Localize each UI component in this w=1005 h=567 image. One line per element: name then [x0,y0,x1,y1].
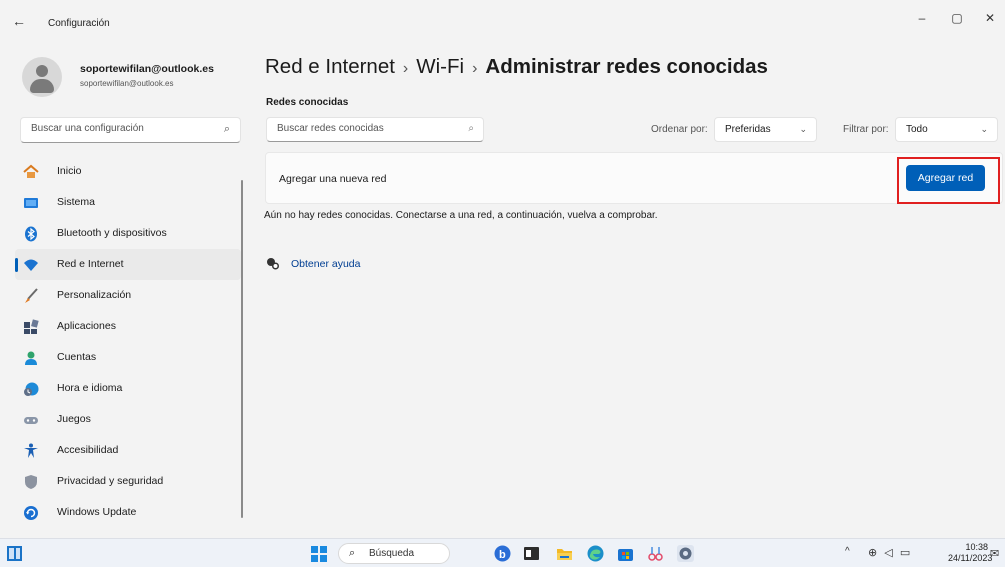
battery-icon[interactable]: ▭ [900,547,912,559]
volume-icon[interactable]: ◁ [884,547,894,559]
sidebar-scrollbar[interactable] [241,180,243,518]
known-networks-search-input[interactable] [277,123,457,134]
sidebar-item-inicio[interactable]: Inicio [15,156,241,187]
filter-dropdown[interactable]: Todo ⌄ [895,117,998,142]
clock[interactable]: 10:38 24/11/2023 [948,542,993,564]
taskbar-search-label: Búsqueda [369,548,415,559]
clock-globe-icon [24,382,39,396]
close-button[interactable]: ✕ [975,8,1005,28]
bluetooth-icon [25,226,37,242]
sidebar-item-label: Personalización [57,289,132,301]
taskbar: ⌕ Búsqueda b ^ ⊕ ◁ ▭ 10:38 24/11/2023 ✉ [0,538,1005,567]
sort-dropdown[interactable]: Preferidas ⌄ [714,117,817,142]
section-label: Redes conocidas [266,97,349,108]
apps-icon [24,319,39,334]
sidebar-item-accesibilidad[interactable]: Accesibilidad [15,435,241,466]
wifi-icon [24,259,38,271]
account-icon [25,351,37,365]
sidebar-item-label: Hora e idioma [57,382,123,394]
add-network-card: Agregar una nueva red [265,152,1003,204]
sidebar-item-label: Inicio [57,165,82,177]
breadcrumb-item-red-internet[interactable]: Red e Internet [265,55,395,78]
breadcrumb-separator: › [402,60,409,77]
get-help-label: Obtener ayuda [291,258,361,270]
sidebar-item-juegos[interactable]: Juegos [15,404,241,435]
sidebar-item-label: Privacidad y seguridad [57,475,164,487]
store-icon[interactable] [617,545,634,562]
sidebar-item-label: Windows Update [57,506,137,518]
notification-icon[interactable]: ✉ [990,547,999,560]
file-explorer-icon[interactable] [556,545,573,562]
window-title: Configuración [48,18,110,29]
widgets-icon[interactable] [7,546,22,561]
breadcrumb-separator: › [472,60,478,77]
empty-message: Aún no hay redes conocidas. Conectarse a… [264,210,658,221]
sidebar-item-bluetooth[interactable]: Bluetooth y dispositivos [15,218,241,249]
taskbar-search[interactable]: ⌕ Búsqueda [338,543,450,564]
chevron-down-icon: ⌄ [980,124,988,134]
brush-icon [25,288,38,303]
sidebar-item-aplicaciones[interactable]: Aplicaciones [15,311,241,342]
profile-email: soportewifilan@outlook.es [80,79,174,88]
breadcrumb-item-wifi[interactable]: Wi-Fi [416,55,464,78]
help-icon [267,258,279,270]
sidebar-nav: Inicio Sistema Bluetooth y dispositivos … [15,156,245,528]
sidebar-item-label: Juegos [57,413,91,425]
clock-date: 24/11/2023 [948,553,993,563]
sidebar-item-sistema[interactable]: Sistema [15,187,241,218]
sidebar-item-hora-idioma[interactable]: Hora e idioma [15,373,241,404]
sidebar-item-label: Accesibilidad [57,444,119,456]
system-icon [24,198,38,208]
gamepad-icon [24,417,38,424]
edge-icon[interactable] [587,545,604,562]
back-button[interactable]: ← [12,14,30,28]
avatar[interactable] [22,57,62,97]
sidebar-item-cuentas[interactable]: Cuentas [15,342,241,373]
add-network-text: Agregar una nueva red [279,173,387,185]
sidebar-item-personalizacion[interactable]: Personalización [15,280,241,311]
page-title: Administrar redes conocidas [485,55,768,78]
snipping-tool-icon[interactable] [647,545,664,562]
home-icon [23,164,39,178]
chevron-down-icon: ⌄ [799,124,807,134]
search-icon[interactable]: ⌕ [468,123,474,134]
settings-window: ← Configuración – ▢ ✕ soportewifilan@out… [0,0,1005,538]
network-icon[interactable]: ⊕ [868,547,879,559]
settings-gear-icon[interactable] [677,545,694,562]
active-indicator [15,258,18,272]
sidebar-item-label: Red e Internet [57,258,124,270]
known-networks-search[interactable]: ⌕ [266,117,484,142]
sidebar-item-label: Aplicaciones [57,320,116,332]
maximize-button[interactable]: ▢ [942,8,972,28]
shield-icon [25,475,37,489]
update-icon [24,506,38,520]
terminal-icon[interactable] [523,545,540,562]
tray-chevron-icon[interactable]: ^ [845,546,850,557]
settings-search[interactable]: ⌕ [20,117,241,143]
sidebar-item-label: Sistema [57,196,95,208]
filter-value: Todo [906,124,928,135]
minimize-button[interactable]: – [907,8,937,28]
sidebar-item-label: Bluetooth y dispositivos [57,227,167,239]
sidebar-item-label: Cuentas [57,351,97,363]
filter-label: Filtrar por: [843,124,889,135]
sort-value: Preferidas [725,124,771,135]
sidebar-item-red-internet[interactable]: Red e Internet [15,249,241,280]
search-icon[interactable]: ⌕ [224,123,230,136]
profile-name: soportewifilan@outlook.es [80,63,214,75]
sort-label: Ordenar por: [651,124,708,135]
accessibility-icon [24,443,38,458]
settings-search-input[interactable] [31,123,211,134]
system-tray[interactable]: ⊕ ◁ ▭ [868,546,912,559]
svg-text:b: b [499,549,506,561]
start-icon[interactable] [311,546,327,562]
clock-time: 10:38 [965,542,988,552]
highlight-box [897,157,1000,204]
breadcrumb: Red e Internet › Wi-Fi › Administrar redes c… [265,55,768,79]
sidebar-item-privacidad[interactable]: Privacidad y seguridad [15,466,241,497]
search-icon: ⌕ [349,547,356,559]
bing-icon[interactable]: b [494,545,511,562]
title-bar: ← Configuración – ▢ ✕ [0,0,1005,40]
sidebar-item-windows-update[interactable]: Windows Update [15,497,241,528]
